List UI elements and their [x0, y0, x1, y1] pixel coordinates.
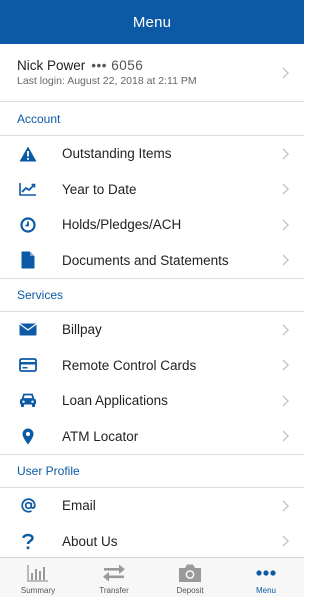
- warning-icon: [17, 143, 39, 165]
- section-header-user-profile: User Profile: [0, 454, 304, 488]
- tab-deposit[interactable]: Deposit: [152, 558, 228, 597]
- menu-item-holds-pledges-ach[interactable]: Holds/Pledges/ACH: [0, 207, 304, 243]
- menu-item-label: Holds/Pledges/ACH: [62, 217, 182, 233]
- menu-item-remote-control-cards[interactable]: Remote Control Cards: [0, 348, 304, 384]
- chevron-right-icon: [280, 218, 290, 232]
- credit-card-icon: [17, 354, 39, 376]
- tab-label: Deposit: [176, 586, 204, 595]
- chevron-right-icon: [280, 358, 290, 372]
- menu-item-atm-locator[interactable]: ATM Locator: [0, 419, 304, 455]
- envelope-icon: [17, 319, 39, 341]
- menu-list[interactable]: Nick Power ••• 6056 Last login: August 22…: [0, 44, 304, 561]
- chevron-right-icon: [280, 253, 290, 267]
- chevron-right-icon: [280, 394, 290, 408]
- at-sign-icon: [17, 495, 39, 517]
- menu-item-about-us[interactable]: About Us: [0, 524, 304, 560]
- menu-item-label: Loan Applications: [62, 393, 168, 409]
- more-dots-icon: [256, 562, 276, 584]
- menu-item-label: Year to Date: [62, 181, 137, 197]
- page-title: Menu: [132, 13, 172, 31]
- user-info: Nick Power ••• 6056 Last login: August 22…: [17, 58, 280, 87]
- tab-menu[interactable]: Menu: [228, 558, 304, 597]
- transfer-arrows-icon: [102, 562, 126, 584]
- user-account-row[interactable]: Nick Power ••• 6056 Last login: August 22…: [0, 44, 304, 102]
- chevron-right-icon: [280, 182, 290, 196]
- camera-icon: [178, 562, 202, 584]
- chevron-right-icon: [280, 429, 290, 443]
- tab-label: Summary: [20, 586, 56, 595]
- document-icon: [17, 249, 39, 271]
- tab-summary[interactable]: Summary: [0, 558, 76, 597]
- menu-item-year-to-date[interactable]: Year to Date: [0, 172, 304, 208]
- last-login: Last login: August 22, 2018 at 2:11 PM: [17, 75, 197, 87]
- car-icon: [17, 390, 39, 412]
- menu-item-label: About Us: [62, 533, 118, 549]
- chevron-right-icon: [280, 499, 290, 513]
- section-header-services: Services: [0, 278, 304, 312]
- tab-label: Menu: [255, 586, 276, 595]
- menu-item-outstanding-items[interactable]: Outstanding Items: [0, 136, 304, 172]
- menu-item-label: Remote Control Cards: [62, 357, 197, 373]
- menu-item-billpay[interactable]: Billpay: [0, 312, 304, 348]
- user-name: Nick Power: [17, 58, 86, 73]
- menu-item-documents-statements[interactable]: Documents and Statements: [0, 243, 304, 279]
- account-number-masked: ••• 6056: [91, 58, 144, 73]
- top-bar: Menu: [0, 0, 304, 44]
- menu-item-label: Email: [62, 498, 96, 514]
- menu-item-label: Documents and Statements: [62, 252, 229, 268]
- menu-item-loan-applications[interactable]: Loan Applications: [0, 383, 304, 419]
- chevron-right-icon: [280, 534, 290, 548]
- menu-item-label: Outstanding Items: [62, 146, 172, 162]
- tab-transfer[interactable]: Transfer: [76, 558, 152, 597]
- menu-item-email[interactable]: Email: [0, 488, 304, 524]
- chevron-right-icon: [280, 147, 290, 161]
- menu-item-label: Billpay: [62, 322, 102, 338]
- tab-label: Transfer: [99, 586, 129, 595]
- map-pin-icon: [17, 425, 39, 447]
- question-icon: [17, 530, 39, 552]
- chevron-right-icon: [280, 66, 290, 80]
- bar-chart-icon: [27, 562, 49, 584]
- trend-chart-icon: [17, 178, 39, 200]
- bottom-tab-bar: Summary Transfer Deposit Menu: [0, 557, 304, 597]
- chevron-right-icon: [280, 323, 290, 337]
- section-header-account: Account: [0, 102, 304, 136]
- clock-icon: [17, 214, 39, 236]
- user-name-line: Nick Power ••• 6056: [17, 58, 280, 73]
- menu-item-label: ATM Locator: [62, 428, 139, 444]
